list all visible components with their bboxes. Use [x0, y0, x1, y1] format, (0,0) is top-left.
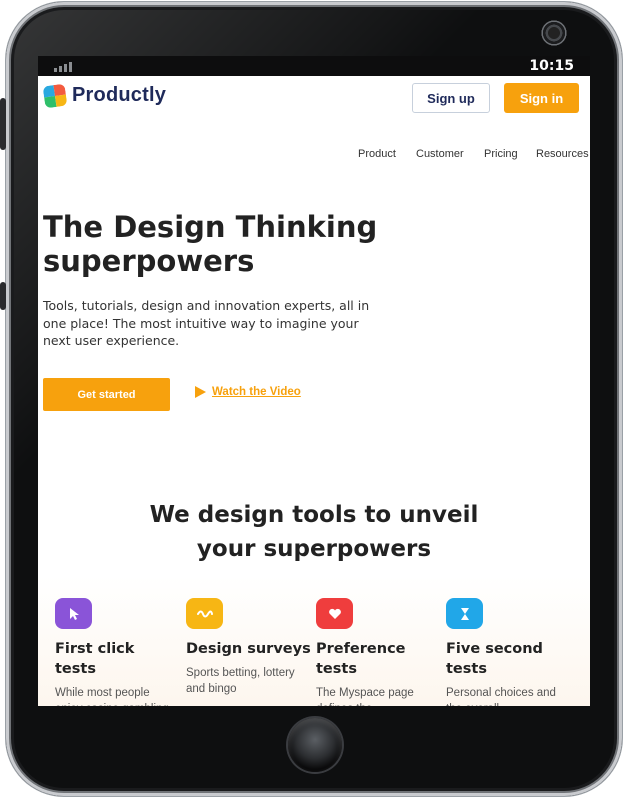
volume-button [0, 98, 6, 150]
feature-desc: The Myspace page defines the [316, 687, 414, 706]
home-button[interactable] [288, 718, 342, 772]
status-time: 10:15 [529, 58, 574, 74]
status-bar: 10:15 [38, 56, 590, 76]
productly-logo-icon [42, 83, 68, 108]
side-button [0, 282, 6, 310]
section-title: We design tools to unveil your superpowe… [38, 498, 590, 566]
section-title-text: We design tools to unveil your superpowe… [149, 502, 479, 562]
feature-desc: Personal choices and the overall [446, 687, 556, 706]
get-started-button[interactable]: Get started [43, 378, 170, 411]
nav-item-pricing[interactable]: Pricing [484, 148, 518, 160]
hero-subtitle: Tools, tutorials, design and innovation … [43, 298, 370, 348]
signal-icon [54, 60, 72, 72]
hourglass-icon [446, 598, 483, 629]
cursor-icon [55, 598, 92, 629]
camera-icon [541, 20, 567, 46]
feature-card-first-click: First click tests While most people enjo… [55, 598, 180, 706]
nav-item-customer[interactable]: Customer [416, 148, 464, 160]
feature-title: First click tests [55, 641, 135, 677]
watch-video-link[interactable]: Watch the Video [195, 386, 301, 398]
signup-button[interactable]: Sign up [412, 83, 490, 113]
feature-card-preference-tests: Preference tests The Myspace page define… [316, 598, 441, 706]
feature-desc: Sports betting, lottery and bingo [186, 667, 295, 695]
hero-title: The Design Thinking superpowers [43, 210, 378, 278]
signin-button[interactable]: Sign in [504, 83, 579, 113]
main-nav: Product Customer Pricing Resources [38, 148, 590, 164]
nav-item-product[interactable]: Product [358, 148, 396, 160]
nav-item-resources[interactable]: Resources [536, 148, 589, 160]
feature-card-design-surveys: Design surveys Sports betting, lottery a… [186, 598, 311, 697]
feature-title: Preference tests [316, 641, 406, 677]
heart-icon [316, 598, 353, 629]
watch-video-label: Watch the Video [212, 386, 301, 398]
brand[interactable]: Productly [42, 83, 167, 108]
play-icon [195, 386, 206, 398]
feature-title: Design surveys [186, 641, 311, 657]
feature-title: Five second tests [446, 641, 543, 677]
screen: 10:15 Productly Sign up Sign in Product … [38, 56, 590, 706]
feature-card-five-second: Five second tests Personal choices and t… [446, 598, 571, 706]
wave-icon [186, 598, 223, 629]
feature-desc: While most people enjoy casino gambling [55, 687, 169, 706]
brand-name: Productly [72, 84, 167, 106]
